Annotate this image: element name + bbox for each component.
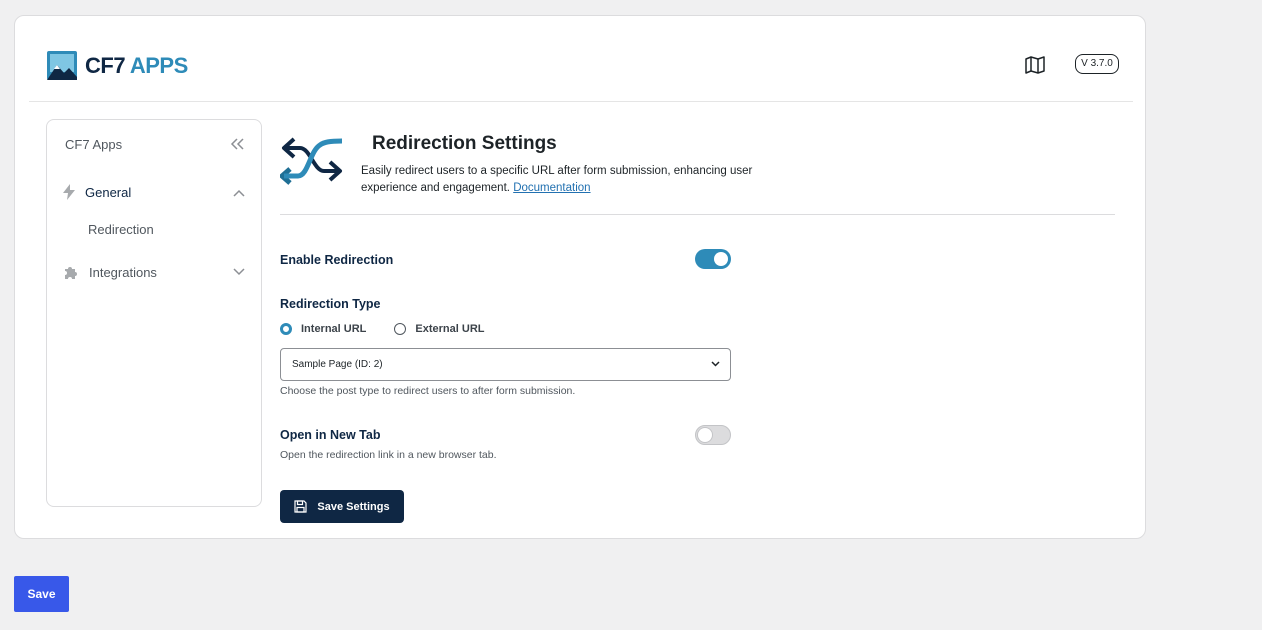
- enable-redirection-label: Enable Redirection: [280, 253, 394, 267]
- page-select-hint: Choose the post type to redirect users t…: [280, 385, 576, 397]
- toggle-knob: [714, 252, 728, 266]
- toggle-knob: [698, 428, 712, 442]
- page-title: Redirection Settings: [372, 133, 557, 154]
- page-select[interactable]: Sample Page (ID: 2): [280, 348, 731, 381]
- logo-text: CF7 APPS: [85, 52, 188, 78]
- redirection-arrows-icon: [280, 137, 343, 185]
- logo-mark-icon: [47, 51, 77, 80]
- app-logo: CF7 APPS: [47, 51, 188, 80]
- top-bar: CF7 APPS V 3.7.0: [29, 16, 1133, 102]
- documentation-link[interactable]: Documentation: [513, 182, 590, 194]
- redirection-type-label: Redirection Type: [280, 297, 381, 311]
- book-map-icon[interactable]: [1025, 56, 1045, 74]
- redirection-type-options: Internal URL External URL: [280, 323, 512, 335]
- lightning-icon: [63, 184, 75, 200]
- sidebar-item-redirection[interactable]: Redirection: [88, 222, 154, 237]
- collapse-sidebar-icon[interactable]: [229, 137, 245, 151]
- sidebar: CF7 Apps General Redirection Integration…: [46, 119, 262, 507]
- save-button[interactable]: Save: [14, 576, 69, 612]
- sidebar-item-integrations[interactable]: Integrations: [63, 264, 157, 280]
- external-url-radio[interactable]: [394, 323, 407, 335]
- sidebar-item-label: Integrations: [89, 264, 157, 280]
- main-content: Redirection Settings Easily redirect use…: [280, 119, 1116, 523]
- puzzle-icon: [65, 267, 77, 279]
- settings-card: CF7 APPS V 3.7.0 CF7 Apps General Redire…: [14, 15, 1146, 539]
- sidebar-item-label: General: [85, 184, 132, 200]
- enable-redirection-toggle[interactable]: [695, 249, 731, 269]
- external-url-label[interactable]: External URL: [415, 323, 484, 335]
- chevron-up-icon[interactable]: [233, 189, 245, 197]
- open-new-tab-hint: Open the redirection link in a new brows…: [280, 449, 497, 461]
- page-description: Easily redirect users to a specific URL …: [361, 165, 753, 194]
- internal-url-radio[interactable]: [280, 323, 292, 335]
- floppy-disk-icon: [294, 500, 308, 513]
- sidebar-title: CF7 Apps: [65, 137, 123, 152]
- sidebar-item-general[interactable]: General: [63, 184, 131, 200]
- save-settings-label: Save Settings: [317, 500, 390, 513]
- divider: [280, 214, 1115, 215]
- chevron-down-icon: [711, 361, 720, 367]
- page-select-value: Sample Page (ID: 2): [292, 359, 383, 370]
- save-settings-button[interactable]: Save Settings: [280, 490, 404, 523]
- chevron-down-icon[interactable]: [233, 268, 245, 276]
- open-new-tab-toggle[interactable]: [695, 425, 731, 445]
- internal-url-label[interactable]: Internal URL: [301, 323, 366, 335]
- version-badge: V 3.7.0: [1075, 54, 1119, 74]
- open-new-tab-label: Open in New Tab: [280, 428, 381, 442]
